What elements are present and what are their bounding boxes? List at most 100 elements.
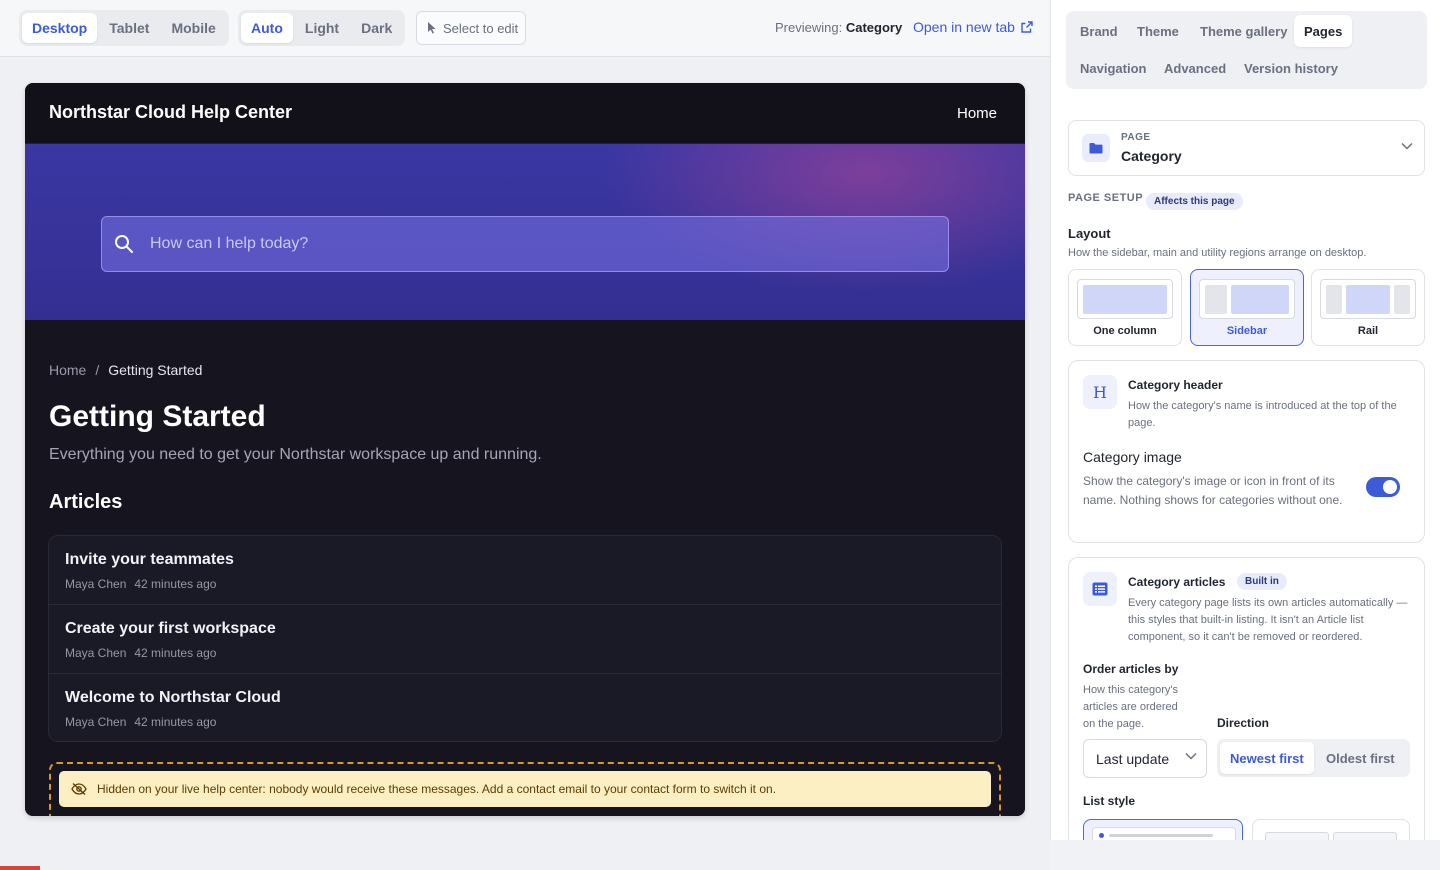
thumb-bullet [1099,833,1104,838]
direction-title: Direction [1217,716,1270,730]
breadcrumb-current: Getting Started [108,362,203,378]
article-title[interactable]: Invite your teammates [65,551,985,569]
tab-pages[interactable]: Pages [1294,15,1353,47]
folder-icon [1082,134,1110,162]
panel-tabs: Brand Theme Theme gallery Pages Navigati… [1066,11,1427,89]
layout-thumb-sidebar [1199,279,1295,319]
contact-form-block[interactable]: Hidden on your live help center: nobody … [49,762,1001,816]
layout-thumb-rail [1320,279,1416,319]
contact-warning-banner: Hidden on your live help center: nobody … [59,771,991,807]
help-search-input[interactable]: How can I help today? [101,216,949,272]
article-item[interactable]: Create your first workspace Maya Chen 42… [49,605,1001,674]
site-nav-home-link[interactable]: Home [957,105,997,122]
tab-theme[interactable]: Theme [1127,15,1189,47]
previewing-label: Previewing: [775,20,843,35]
search-placeholder: How can I help today? [150,235,309,252]
category-header-title: Category header [1128,378,1223,392]
thumb-main-region [1231,285,1289,314]
category-articles-card: Category articles Built in Every categor… [1068,557,1425,840]
direction-oldest-button[interactable]: Oldest first [1316,742,1405,774]
open-in-new-tab-link[interactable]: Open in new tab [913,19,1033,35]
thumb-sidebar-region [1205,285,1227,314]
category-description: Everything you need to get your Northsta… [49,446,542,463]
layout-option-label: Rail [1357,325,1379,337]
article-time: 42 minutes ago [134,577,217,591]
category-header-description: How the category's name is introduced at… [1128,400,1397,429]
device-desktop-button[interactable]: Desktop [22,13,98,43]
thumb-left-rail [1326,285,1342,314]
article-author: Maya Chen [65,715,127,729]
corner-indicator [0,866,40,870]
thumb-main-region [1083,285,1167,314]
tab-theme-gallery[interactable]: Theme gallery [1190,15,1297,47]
preview-toolbar: Desktop Tablet Mobile Auto Light Dark Se… [0,0,1050,57]
layout-option-label: Sidebar [1226,325,1268,337]
select-to-edit-label: Select to edit [443,20,519,36]
article-time: 42 minutes ago [134,715,217,729]
list-icon [1083,572,1117,606]
search-icon [115,235,133,253]
category-image-title: Category image [1083,449,1182,465]
previewing-indicator: Previewing: Category [775,20,902,35]
device-switcher: Desktop Tablet Mobile [19,10,229,46]
article-time: 42 minutes ago [134,646,217,660]
thumb-card [1333,832,1397,840]
category-image-toggle[interactable] [1366,477,1400,497]
site-title[interactable]: Northstar Cloud Help Center [49,102,292,123]
layout-option-rail[interactable]: Rail [1311,269,1425,346]
layout-thumb-one-column [1077,279,1173,319]
tab-advanced[interactable]: Advanced [1154,52,1236,84]
article-title[interactable]: Welcome to Northstar Cloud [65,689,985,707]
heading-icon: H [1083,375,1117,409]
affects-page-badge: Affects this page [1146,193,1243,210]
open-in-new-tab-label: Open in new tab [913,19,1015,35]
chevron-down-icon [1401,142,1413,150]
tab-navigation[interactable]: Navigation [1070,52,1156,84]
category-title: Getting Started [49,400,266,433]
page-selector-label: PAGE [1121,132,1151,143]
direction-newest-button[interactable]: Newest first [1220,742,1314,774]
category-content: Home / Getting Started Getting Started E… [25,320,1025,816]
article-title[interactable]: Create your first workspace [65,620,985,638]
articles-heading: Articles [49,491,123,513]
article-meta: Maya Chen 42 minutes ago [65,577,985,591]
previewing-value: Category [845,20,903,35]
layout-option-sidebar[interactable]: Sidebar [1190,269,1304,346]
contact-warning-text: Hidden on your live help center: nobody … [97,782,777,796]
preview-area: Desktop Tablet Mobile Auto Light Dark Se… [0,0,1050,870]
list-style-title: List style [1083,794,1136,808]
article-author: Maya Chen [65,646,127,660]
help-center-preview: Northstar Cloud Help Center Home How can… [25,83,1025,816]
layout-option-one-column[interactable]: One column [1068,269,1182,346]
layout-option-label: One column [1093,325,1157,337]
article-item[interactable]: Invite your teammates Maya Chen 42 minut… [49,536,1001,605]
order-by-select[interactable]: Last update [1083,739,1207,778]
page-setup-title: PAGE SETUP [1068,192,1144,204]
device-mobile-button[interactable]: Mobile [161,13,225,43]
layout-description: How the sidebar, main and utility region… [1068,247,1367,259]
order-by-description: How this category's articles are ordered… [1083,684,1179,730]
mode-auto-button[interactable]: Auto [241,13,293,43]
list-style-option-cards[interactable] [1252,819,1410,840]
list-style-thumb [1092,827,1236,840]
category-header-card: H Category header How the category's nam… [1068,360,1425,543]
tab-brand[interactable]: Brand [1070,15,1128,47]
mode-light-button[interactable]: Light [295,13,349,43]
breadcrumb-home-link[interactable]: Home [49,362,86,378]
thumb-main-region [1346,285,1390,314]
list-style-option-list[interactable] [1083,819,1243,840]
select-to-edit-button[interactable]: Select to edit [416,11,526,45]
device-tablet-button[interactable]: Tablet [99,13,159,43]
tab-version-history[interactable]: Version history [1234,52,1348,84]
article-list: Invite your teammates Maya Chen 42 minut… [48,535,1002,742]
hero-banner: How can I help today? [25,144,1025,320]
direction-switcher: Newest first Oldest first [1217,739,1410,777]
page-selector[interactable]: PAGE Category [1068,120,1425,176]
category-image-description: Show the category's image or icon in fro… [1083,474,1343,507]
cursor-icon [428,22,436,34]
site-header: Northstar Cloud Help Center Home [25,83,1025,144]
article-item[interactable]: Welcome to Northstar Cloud Maya Chen 42 … [49,674,1001,741]
category-articles-description: Every category page lists its own articl… [1128,597,1408,643]
mode-dark-button[interactable]: Dark [351,13,402,43]
chevron-down-icon [1185,752,1197,760]
